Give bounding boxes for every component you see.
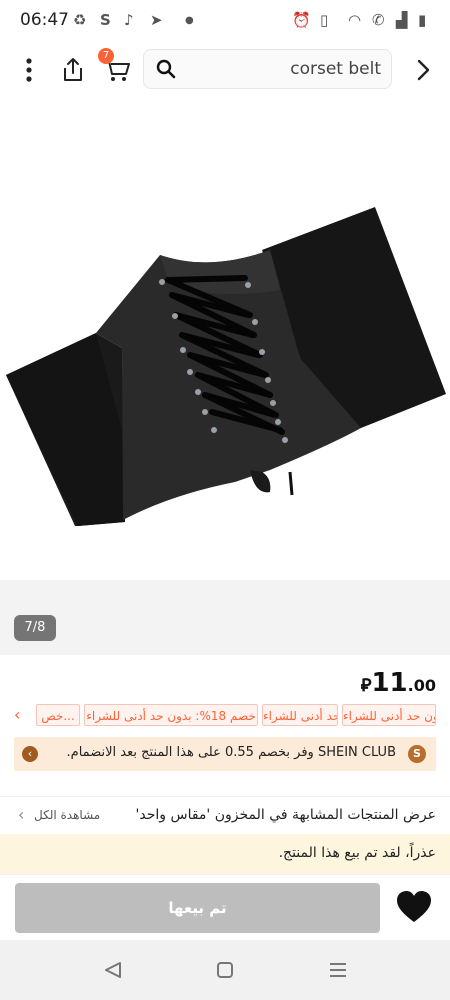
status-bar: 06:47 ♻ S ♪ ➤ ● ⏰ ▯ ◠ ✆ ▟ ▮ xyxy=(0,0,450,40)
chevron-left-icon: ‹ xyxy=(22,746,38,762)
nav-home-icon[interactable] xyxy=(217,962,233,978)
product-image-gallery[interactable]: 7/8 xyxy=(0,100,450,655)
call-icon: ✆ xyxy=(372,11,385,29)
price-decimal: .00 xyxy=(407,676,436,695)
club-badge-icon: S xyxy=(408,745,426,763)
tiktok-icon: ♪ xyxy=(124,11,134,29)
similar-products-title: عرض المنتجات المشابهة في المخزون 'مقاس و… xyxy=(135,807,436,823)
similar-products-row[interactable]: عرض المنتجات المشابهة في المخزون 'مقاس و… xyxy=(0,796,450,835)
sync-icon: ♻ xyxy=(73,11,87,29)
riyal-icon: ⃁ xyxy=(360,675,372,696)
system-nav-bar xyxy=(0,940,450,1000)
share-icon xyxy=(64,58,82,81)
chevron-left-icon: ‹ xyxy=(18,805,25,824)
battery-icon: ▮ xyxy=(418,11,427,29)
coupon-tag[interactable]: خص... xyxy=(36,704,80,726)
dot-icon: ● xyxy=(185,15,194,26)
product-price: ⃁11.00 xyxy=(361,668,436,698)
search-icon xyxy=(156,59,176,79)
gallery-bottom-band xyxy=(0,580,450,655)
coupon-tag[interactable]: خصم 18%: بدون حد أدنى للشراء xyxy=(262,704,338,726)
chevron-left-icon[interactable]: ‹ xyxy=(14,704,20,726)
status-time: 06:47 xyxy=(20,10,69,30)
telegram-icon: ➤ xyxy=(150,11,163,29)
price-integer: 11 xyxy=(371,668,408,698)
nav-buttons xyxy=(105,962,346,978)
cart-count-badge: 7 xyxy=(98,48,114,64)
sold-out-text: عذراً، لقد تم بيع هذا المنتج. xyxy=(278,845,436,861)
coupon-row: ‹ خصم 50%: بدون حد أدنى للشراء خصم 18%: … xyxy=(0,704,450,728)
bottom-action-bar: تم بيعها xyxy=(0,874,450,941)
coupon-tag[interactable]: خصم 50%: بدون حد أدنى للشراء xyxy=(342,704,436,726)
sold-out-button[interactable]: تم بيعها xyxy=(15,883,380,933)
wifi-icon: ◠ xyxy=(348,11,362,29)
signal-icon: ▟ xyxy=(396,11,408,29)
see-all-link[interactable]: مشاهدة الكل xyxy=(34,808,100,822)
product-image xyxy=(6,207,446,526)
search-query-text: corset belt xyxy=(290,59,381,79)
more-menu-button[interactable] xyxy=(14,40,44,100)
heart-icon[interactable] xyxy=(394,889,434,925)
share-button[interactable] xyxy=(56,40,90,100)
shein-club-banner[interactable]: S SHEIN CLUB وفر بخصم 0.55 على هذا المنت… xyxy=(14,737,436,771)
nav-recents-icon[interactable] xyxy=(330,963,346,977)
s-app-icon: S xyxy=(100,11,111,29)
app-header: 7 corset belt xyxy=(0,40,450,100)
alarm-icon: ⏰ xyxy=(292,11,311,29)
sold-out-notice: عذراً، لقد تم بيع هذا المنتج. xyxy=(0,834,450,874)
nav-back-icon[interactable] xyxy=(105,962,121,978)
club-offer-text: SHEIN CLUB وفر بخصم 0.55 على هذا المنتج … xyxy=(66,745,396,760)
more-vertical-icon xyxy=(26,58,32,82)
vibrate-icon: ▯ xyxy=(320,11,329,29)
image-counter: 7/8 xyxy=(14,615,56,641)
coupon-tag[interactable]: خصم 18%: بدون حد أدنى للشراء xyxy=(84,704,258,726)
back-button[interactable] xyxy=(408,40,438,100)
search-input[interactable]: corset belt xyxy=(143,49,392,89)
chevron-right-icon xyxy=(417,59,430,81)
